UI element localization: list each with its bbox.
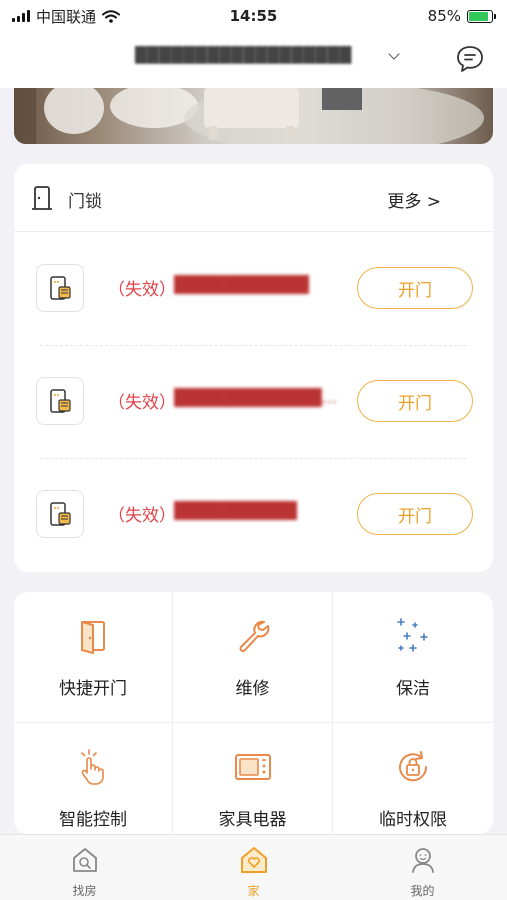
service-smart-control[interactable]: 智能控制 [14,723,173,834]
tab-home[interactable]: 家 [169,835,338,900]
carrier-label: 中国联通 [36,7,97,26]
divider [40,458,467,459]
tap-hand-icon [81,749,104,785]
tab-profile[interactable]: 我的 [338,835,507,900]
service-furniture-appliances[interactable]: 家具电器 [173,723,333,834]
message-icon[interactable] [455,44,485,74]
battery-icon [467,9,496,23]
tab-find-house[interactable]: 找房 [0,835,169,900]
tab-label: 家 [247,884,260,898]
quick-open-door-icon [81,621,105,654]
service-label: 快捷开门 [59,679,127,699]
lock-status: （失效） [108,280,176,300]
service-label: 保洁 [396,679,430,699]
sparkle-icon [397,618,428,652]
status-bar: 中国联通 14:55 85% [0,0,507,32]
door-lock-header: 门锁 更多 > [14,164,493,232]
smart-lock-icon [36,377,84,425]
bottom-tab-bar: 找房 家 我的 [0,834,507,900]
smart-lock-icon [36,264,84,312]
cellular-signal-icon [12,10,30,22]
smart-lock-icon [36,490,84,538]
lock-status: （失效） [108,506,176,526]
divider [40,345,467,346]
service-cleaning[interactable]: 保洁 [333,592,493,723]
more-link[interactable]: 更多 > [387,187,441,212]
person-icon [411,848,434,873]
battery-percent: 85% [427,7,461,25]
lock-name: ███████████ [174,275,310,294]
home-banner-image[interactable] [14,88,493,144]
service-label: 临时权限 [379,810,447,830]
door-lock-title: 门锁 [68,192,102,212]
lock-name: ████████████... [174,388,337,407]
service-quick-open[interactable]: 快捷开门 [14,592,173,723]
top-header: ██████████████████ [0,32,507,88]
microwave-icon [234,754,271,780]
home-heart-icon [240,847,267,873]
status-left: 中国联通 [12,6,121,27]
door-icon [32,186,52,210]
tab-label: 我的 [410,884,435,898]
lock-item: （失效） ██████████ 开门 [14,458,493,571]
service-repair[interactable]: 维修 [173,592,333,723]
banner-photo [14,88,484,144]
service-label: 维修 [235,679,270,699]
tab-label: 找房 [72,884,97,898]
service-label: 智能控制 [59,810,127,830]
service-temporary-access[interactable]: 临时权限 [333,723,493,834]
wifi-icon [102,9,121,23]
door-lock-card: 门锁 更多 > （失效） ███████████ 开门 （失效） ███████… [14,164,493,572]
house-search-icon [72,848,97,872]
open-door-button[interactable]: 开门 [357,493,473,535]
community-selector[interactable]: ██████████████████ [135,46,352,64]
open-door-button[interactable]: 开门 [357,267,473,309]
status-right: 85% [427,7,496,25]
service-label: 家具电器 [218,810,287,830]
temporary-lock-icon [399,751,428,782]
open-door-button[interactable]: 开门 [357,380,473,422]
lock-name: ██████████ [174,501,298,520]
lock-item: （失效） ███████████ 开门 [14,232,493,345]
lock-item: （失效） ████████████... 开门 [14,345,493,458]
services-grid: 快捷开门 维修 保洁 智能控制 家具电器 临时权限 [14,592,493,834]
lock-status: （失效） [108,393,176,413]
wrench-icon [239,620,269,652]
chevron-down-icon[interactable] [388,48,400,60]
services-card: 快捷开门 维修 保洁 智能控制 家具电器 临时权限 [14,592,493,834]
